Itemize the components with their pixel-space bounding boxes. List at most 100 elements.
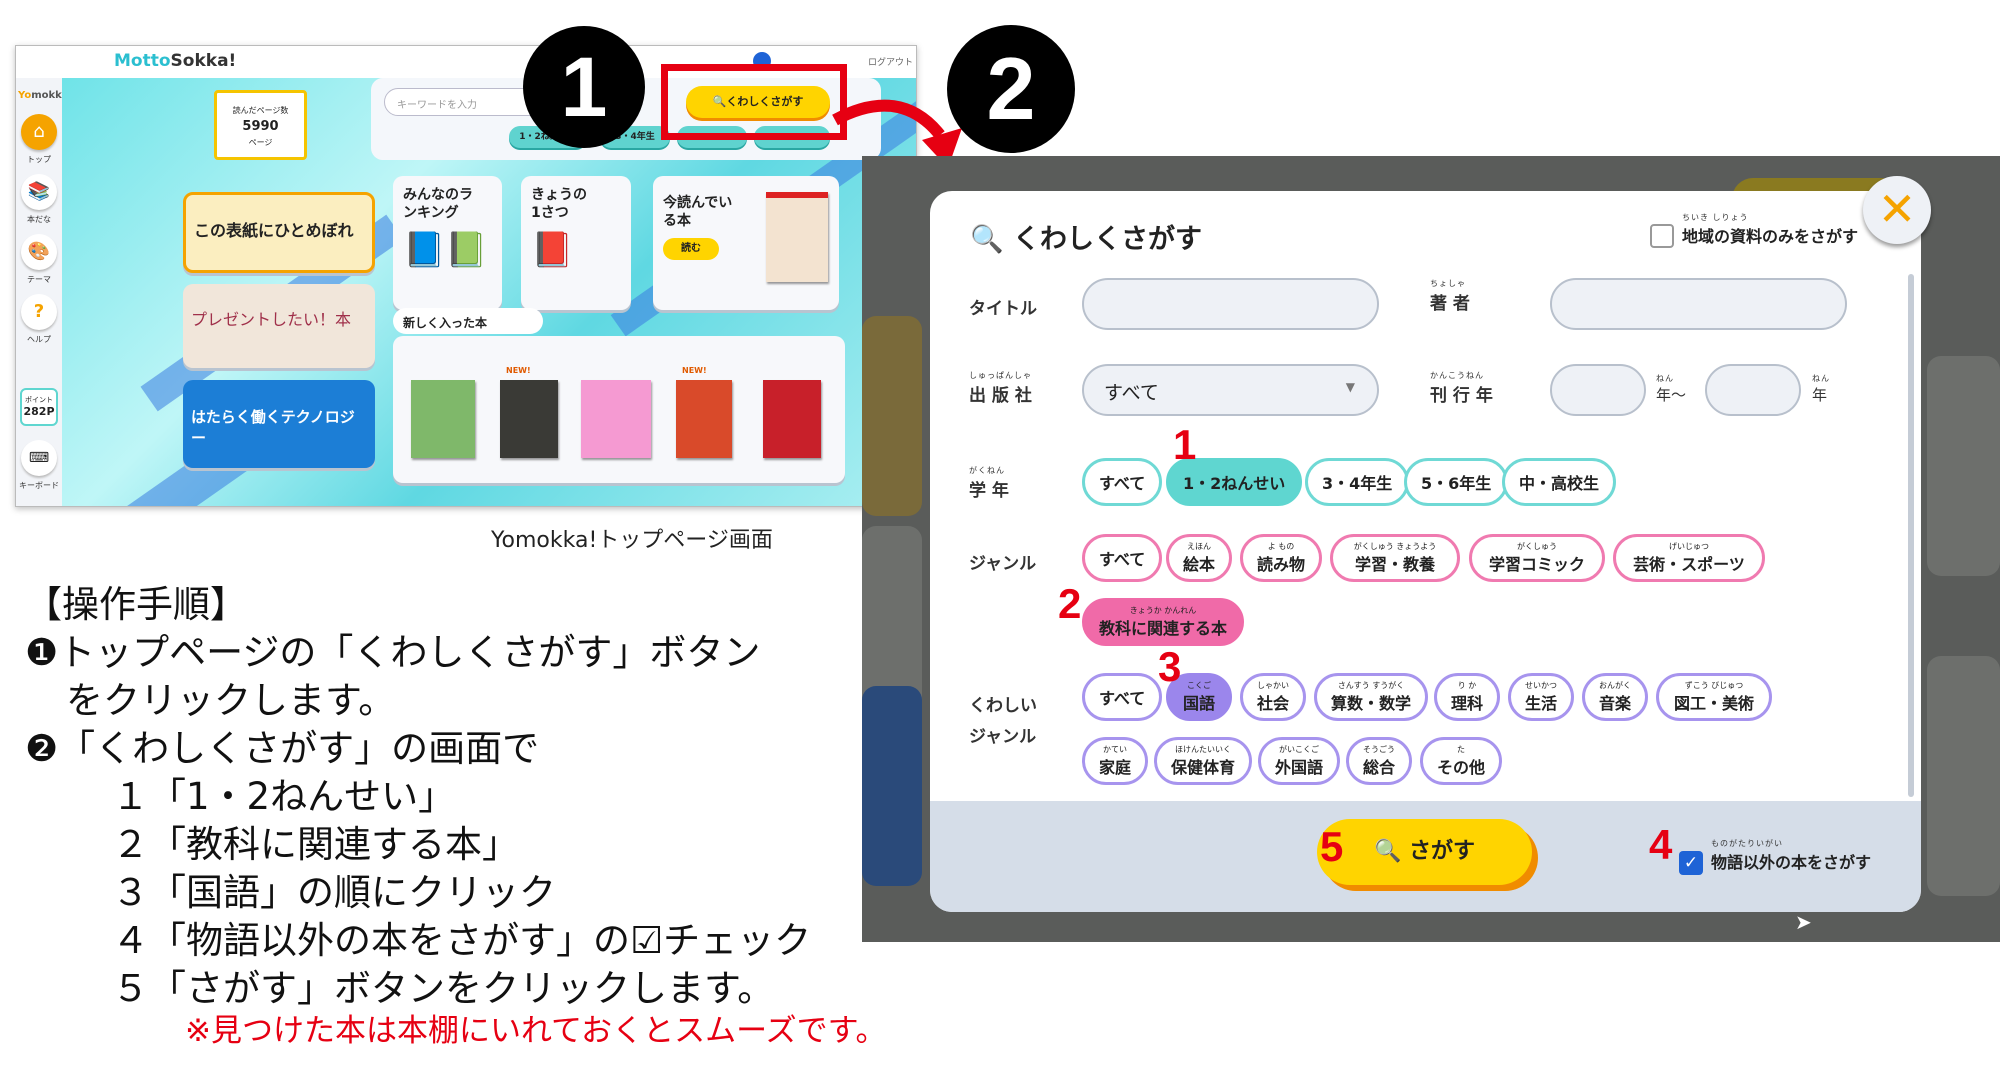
- genre-pill[interactable]: きょうか かんれん 教科に関連する本: [1082, 598, 1245, 646]
- modal-title: 🔍 くわしくさがす: [970, 224, 1203, 255]
- chevron-down-icon: ▼: [1345, 380, 1355, 394]
- publisher-label: しゅっぱんしゃ出 版 社: [969, 371, 1032, 406]
- reading-now-card[interactable]: 今読んでいる本 読む: [653, 176, 839, 310]
- pages-read-label: 読んだページ数: [232, 106, 289, 115]
- subject-pill[interactable]: り か理科: [1434, 673, 1501, 721]
- non-story-label[interactable]: ものがたりいがい 物語以外の本をさがす: [1711, 839, 1871, 873]
- banner-technology[interactable]: はたらく働くテクノロジー: [183, 380, 375, 468]
- highlight-box: [661, 64, 847, 140]
- subject-pill[interactable]: さんすう すうがく 算数・数学: [1314, 673, 1429, 721]
- subject-pill[interactable]: たその他: [1420, 737, 1503, 785]
- annotation-5: 5: [1320, 823, 1344, 870]
- genre-label: ジャンル: [969, 554, 1037, 574]
- subject-pill[interactable]: おんがく 音楽: [1582, 673, 1649, 721]
- pages-unit: ページ: [248, 138, 273, 147]
- pages-read-card: 読んだページ数 5990 ページ: [214, 90, 307, 160]
- author-input[interactable]: [1550, 278, 1847, 330]
- subject-pill[interactable]: せいかつ 生活: [1508, 673, 1575, 721]
- keyboard-icon[interactable]: ⌨: [21, 440, 57, 476]
- annotation-3: 3: [1158, 643, 1182, 690]
- instruction-line: ❶トップページの「くわしくさがす」ボタン: [25, 631, 761, 674]
- annotation-4: 4: [1649, 821, 1673, 868]
- year-label: かんこうねん刊 行 年: [1430, 371, 1493, 406]
- title-input[interactable]: [1082, 278, 1379, 330]
- grade-pill[interactable]: 5・6年生: [1404, 458, 1509, 506]
- grade-label: がくねん学 年: [969, 466, 1009, 501]
- points-value: 282P: [23, 405, 55, 418]
- screenshot-caption: Yomokka!トップページ画面: [491, 528, 773, 553]
- non-story-checkbox[interactable]: ✓: [1679, 851, 1703, 875]
- publisher-select[interactable]: すべて ▼: [1082, 364, 1379, 416]
- palette-icon[interactable]: 🎨: [21, 234, 57, 270]
- books-icon: 📘📗: [403, 230, 488, 270]
- search-icon: 🔍: [1373, 839, 1402, 864]
- banner-hitomebore[interactable]: この表紙にひとめぼれ: [183, 192, 375, 273]
- step-2-marker: 2: [947, 25, 1075, 153]
- logout-link[interactable]: ログアウト: [868, 55, 913, 68]
- year-from-input[interactable]: [1550, 364, 1646, 416]
- sidebar-item-theme[interactable]: テーマ: [16, 274, 62, 285]
- sidebar-item-keyboard[interactable]: キーボード: [16, 480, 62, 491]
- banner-present[interactable]: プレゼントしたい！本: [183, 284, 375, 368]
- sidebar-item-top[interactable]: トップ: [16, 154, 62, 165]
- pages-read-value: 5990: [242, 119, 279, 134]
- grade-pill[interactable]: 3・4年生: [1305, 458, 1410, 506]
- new-book-cover[interactable]: [581, 380, 651, 458]
- instruction-line: ３「国語」の順にクリック: [112, 871, 556, 914]
- new-book-cover[interactable]: [676, 380, 732, 458]
- genre-pill[interactable]: がくしゅう きょうよう 学習・教養: [1330, 534, 1460, 582]
- subject-pill[interactable]: そうごう 総合: [1346, 737, 1413, 785]
- detail-search-screenshot: 🔍 くわしくさがす ちいき しりょう 地域の資料のみをさがす タイトル ちょしゃ著…: [862, 156, 2000, 942]
- house-icon[interactable]: ⌂: [21, 114, 57, 150]
- new-book-cover[interactable]: [763, 380, 821, 458]
- sidebar: Yomokka! ⌂ トップ 📚 本だな 🎨 テーマ ? ヘルプ ポイント 28…: [16, 78, 73, 506]
- subject-pill[interactable]: すべて: [1082, 673, 1163, 721]
- instruction-line: ４「物語以外の本をさがす」の☑チェック: [112, 919, 812, 962]
- sidebar-item-help[interactable]: ヘルプ: [16, 334, 62, 345]
- detail-genre-label: くわしい ジャンル: [969, 696, 1037, 747]
- instruction-line: ❷「くわしくさがす」の画面で: [25, 727, 540, 770]
- book-cover[interactable]: [766, 192, 828, 282]
- genre-pill[interactable]: げいじゅつ 芸術・スポーツ: [1613, 534, 1765, 582]
- gacha-icon: 📕: [531, 230, 574, 270]
- subject-pill[interactable]: しゃかい 社会: [1240, 673, 1307, 721]
- search-button[interactable]: 🔍 さがす: [1317, 819, 1532, 885]
- subject-pill[interactable]: ずこう びじゅつ 図工・美術: [1656, 673, 1772, 721]
- annotation-1: 1: [1173, 421, 1197, 468]
- search-icon: 🔍: [970, 224, 1004, 255]
- title-label: タイトル: [969, 299, 1037, 319]
- new-book-cover[interactable]: [500, 380, 558, 458]
- year-to-input[interactable]: [1705, 364, 1801, 416]
- subject-pill[interactable]: がいこくご 外国語: [1258, 737, 1341, 785]
- close-icon[interactable]: ✕: [1863, 176, 1931, 244]
- read-button[interactable]: 読む: [663, 238, 719, 260]
- step-1-marker: 1: [523, 26, 645, 148]
- year-from-suffix: ねん 年〜: [1656, 374, 1687, 404]
- instructions-note: ※見つけた本は本棚にいれておくとスムーズです。: [185, 1013, 887, 1049]
- author-label: ちょしゃ著 者: [1430, 279, 1470, 314]
- ranking-card[interactable]: みんなのランキング 📘📗: [393, 176, 502, 310]
- bookshelf-icon[interactable]: 📚: [21, 174, 57, 210]
- genre-pill[interactable]: すべて: [1082, 534, 1163, 582]
- new-tag: NEW!: [506, 366, 531, 375]
- local-only-checkbox[interactable]: [1650, 224, 1674, 248]
- sidebar-item-bookshelf[interactable]: 本だな: [16, 214, 62, 225]
- local-only-label[interactable]: ちいき しりょう 地域の資料のみをさがす: [1682, 213, 1858, 247]
- question-icon[interactable]: ?: [21, 294, 57, 330]
- instruction-line: をクリックします。: [66, 679, 396, 722]
- genre-pill[interactable]: よ もの 読み物: [1240, 534, 1323, 582]
- genre-pill[interactable]: えほん 絵本: [1166, 534, 1233, 582]
- scrollbar[interactable]: [1908, 274, 1914, 797]
- subject-pill[interactable]: かてい 家庭: [1082, 737, 1149, 785]
- today-book-card[interactable]: きょうの1さつ 📕: [521, 176, 631, 310]
- new-book-cover[interactable]: [411, 380, 475, 458]
- year-to-suffix: ねん年: [1812, 374, 1830, 404]
- genre-pill[interactable]: がくしゅう 学習コミック: [1469, 534, 1605, 582]
- modal-footer: 🔍 さがす ✓ ものがたりいがい 物語以外の本をさがす: [930, 801, 1921, 912]
- instructions-heading: 【操作手順】: [25, 583, 247, 626]
- grade-pill[interactable]: 中・高校生: [1502, 458, 1617, 506]
- new-books-title: 新しく入った本: [393, 308, 543, 334]
- cursor-icon: ➤: [1795, 910, 1812, 934]
- subject-pill[interactable]: ほけんたいいく 保健体育: [1154, 737, 1253, 785]
- grade-pill[interactable]: すべて: [1082, 458, 1163, 506]
